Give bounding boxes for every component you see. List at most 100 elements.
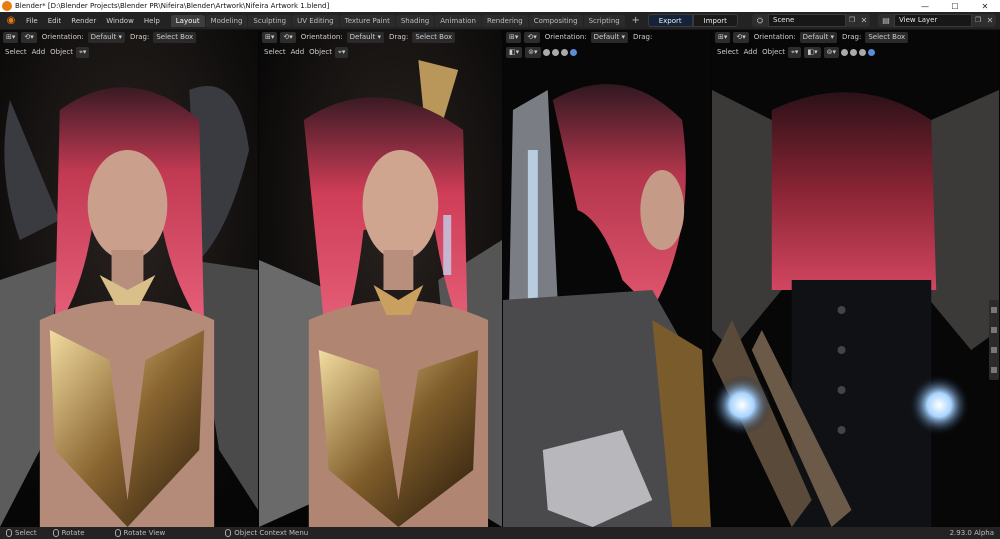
transform-pivot-icon[interactable]: ⟲▾: [21, 31, 37, 43]
viewport-4-menu: Select Add Object ⌖▾ ◧▾ ⊚▾: [712, 45, 999, 59]
viewport-4[interactable]: ⊞▾ ⟲▾ Orientation: Default ▾ Drag: Selec…: [712, 30, 1000, 527]
add-workspace-button[interactable]: +: [630, 15, 642, 27]
orientation-label: Orientation:: [41, 33, 84, 41]
tab-layout[interactable]: Layout: [170, 14, 205, 27]
viewport-2[interactable]: ⊞▾ ⟲▾ Orientation: Default ▾ Drag: Selec…: [259, 30, 503, 527]
blender-logo-icon: [2, 1, 12, 11]
maximize-button[interactable]: ☐: [940, 0, 970, 12]
orientation-dropdown-value: Default: [90, 32, 117, 41]
tab-scripting[interactable]: Scripting: [583, 14, 625, 27]
scene-copy-icon[interactable]: ❐: [846, 14, 858, 27]
tab-shading[interactable]: Shading: [395, 14, 435, 27]
close-button[interactable]: ✕: [970, 0, 1000, 12]
toolbar-grid-icon[interactable]: [991, 367, 997, 373]
menu-render[interactable]: Render: [66, 17, 101, 25]
drag-dropdown[interactable]: Select Box: [153, 31, 197, 43]
gizmo-icon[interactable]: ⌖▾: [787, 46, 802, 58]
top-bar: ◉ File Edit Render Window Help Layout Mo…: [0, 12, 1000, 30]
add-menu[interactable]: Add: [291, 48, 305, 56]
render-three-quarter-view: [259, 30, 502, 527]
tab-uv-editing[interactable]: UV Editing: [292, 14, 339, 27]
gizmo-icon[interactable]: ⌖▾: [75, 46, 90, 58]
export-import-group: Export Import: [647, 14, 738, 27]
tab-rendering[interactable]: Rendering: [481, 14, 528, 27]
tab-sculpting[interactable]: Sculpting: [248, 14, 292, 27]
viewport-4-header: ⊞▾ ⟲▾ Orientation: Default ▾ Drag: Selec…: [712, 30, 999, 44]
add-menu[interactable]: Add: [744, 48, 758, 56]
select-menu[interactable]: Select: [5, 48, 27, 56]
editor-type-icon[interactable]: ⊞▾: [715, 31, 731, 43]
editor-type-icon[interactable]: ⊞▾: [3, 31, 19, 43]
scene-icon[interactable]: ⛭: [752, 14, 768, 27]
transform-pivot-icon[interactable]: ⟲▾: [524, 31, 540, 43]
status-context-menu: Object Context Menu: [225, 529, 308, 537]
drag-label: Drag:: [633, 33, 653, 41]
add-menu[interactable]: Add: [32, 48, 46, 56]
gizmo-icon[interactable]: ⌖▾: [334, 46, 349, 58]
orientation-dropdown-value: Default: [593, 32, 620, 41]
shading-rendered-icon[interactable]: [867, 48, 875, 56]
overlay-icon[interactable]: ⊚▾: [525, 46, 541, 58]
view-layer-field[interactable]: View Layer: [894, 14, 972, 27]
toolbar-pan-icon[interactable]: [991, 327, 997, 333]
scene-remove-icon[interactable]: ✕: [858, 14, 870, 27]
orientation-dropdown-value: Default: [802, 32, 829, 41]
view-layer-remove-icon[interactable]: ✕: [984, 14, 996, 27]
menu-window[interactable]: Window: [101, 17, 139, 25]
mouse-middle-icon: [52, 529, 59, 537]
overlay-icon[interactable]: ⊚▾: [823, 46, 839, 58]
shading-material-icon[interactable]: [858, 48, 866, 56]
shading-solid-icon[interactable]: [849, 48, 857, 56]
tab-animation[interactable]: Animation: [435, 14, 481, 27]
tab-texture-paint[interactable]: Texture Paint: [339, 14, 395, 27]
editor-type-icon[interactable]: ⊞▾: [262, 31, 278, 43]
scene-field[interactable]: Scene: [768, 14, 846, 27]
object-menu[interactable]: Object: [762, 48, 785, 56]
mouse-right-icon: [225, 529, 232, 537]
object-menu[interactable]: Object: [50, 48, 73, 56]
export-button[interactable]: Export: [647, 14, 693, 27]
transform-pivot-icon[interactable]: ⟲▾: [280, 31, 296, 43]
shading-rendered-icon[interactable]: [569, 48, 577, 56]
menu-help[interactable]: Help: [139, 17, 165, 25]
status-rotate-view-label: Rotate View: [123, 529, 166, 537]
toolbar-zoom-icon[interactable]: [991, 307, 997, 313]
orientation-dropdown[interactable]: Default ▾: [590, 31, 628, 43]
shading-wireframe-icon[interactable]: [840, 48, 848, 56]
transform-pivot-icon[interactable]: ⟲▾: [733, 31, 749, 43]
minimize-button[interactable]: —: [910, 0, 940, 12]
tab-modeling[interactable]: Modeling: [205, 14, 248, 27]
drag-dropdown[interactable]: Select Box: [865, 31, 909, 43]
menu-edit[interactable]: Edit: [43, 17, 67, 25]
blender-menu-icon[interactable]: ◉: [4, 15, 18, 27]
orientation-dropdown[interactable]: Default ▾: [87, 31, 125, 43]
object-menu[interactable]: Object: [309, 48, 332, 56]
orientation-dropdown-value: Default: [349, 32, 376, 41]
viewport-3[interactable]: ⊞▾ ⟲▾ Orientation: Default ▾ Drag: ◧▾ ⊚▾: [503, 30, 712, 527]
import-button[interactable]: Import: [692, 14, 738, 27]
drag-dropdown[interactable]: Select Box: [412, 31, 456, 43]
view-mode-icon[interactable]: ◧▾: [506, 46, 523, 58]
viewport-1[interactable]: ⊞▾ ⟲▾ Orientation: Default ▾ Drag: Selec…: [0, 30, 259, 527]
shading-solid-icon[interactable]: [551, 48, 559, 56]
toolbar-camera-icon[interactable]: [991, 347, 997, 353]
view-layer-copy-icon[interactable]: ❐: [972, 14, 984, 27]
shading-material-icon[interactable]: [560, 48, 568, 56]
status-rotate: Rotate: [52, 529, 85, 537]
orientation-label: Orientation:: [544, 33, 587, 41]
editor-type-icon[interactable]: ⊞▾: [506, 31, 522, 43]
drag-label: Drag:: [389, 33, 409, 41]
viewport-side-toolbar[interactable]: [989, 300, 999, 380]
view-layer-icon[interactable]: ▤: [878, 14, 894, 27]
select-menu[interactable]: Select: [264, 48, 286, 56]
version-label: 2.93.0 Alpha: [949, 529, 994, 537]
tab-compositing[interactable]: Compositing: [528, 14, 583, 27]
orientation-label: Orientation:: [300, 33, 343, 41]
mouse-middle-drag-icon: [114, 529, 121, 537]
view-mode-icon[interactable]: ◧▾: [804, 46, 821, 58]
shading-wireframe-icon[interactable]: [542, 48, 550, 56]
orientation-dropdown[interactable]: Default ▾: [346, 31, 384, 43]
menu-file[interactable]: File: [21, 17, 43, 25]
select-menu[interactable]: Select: [717, 48, 739, 56]
orientation-dropdown[interactable]: Default ▾: [799, 31, 837, 43]
